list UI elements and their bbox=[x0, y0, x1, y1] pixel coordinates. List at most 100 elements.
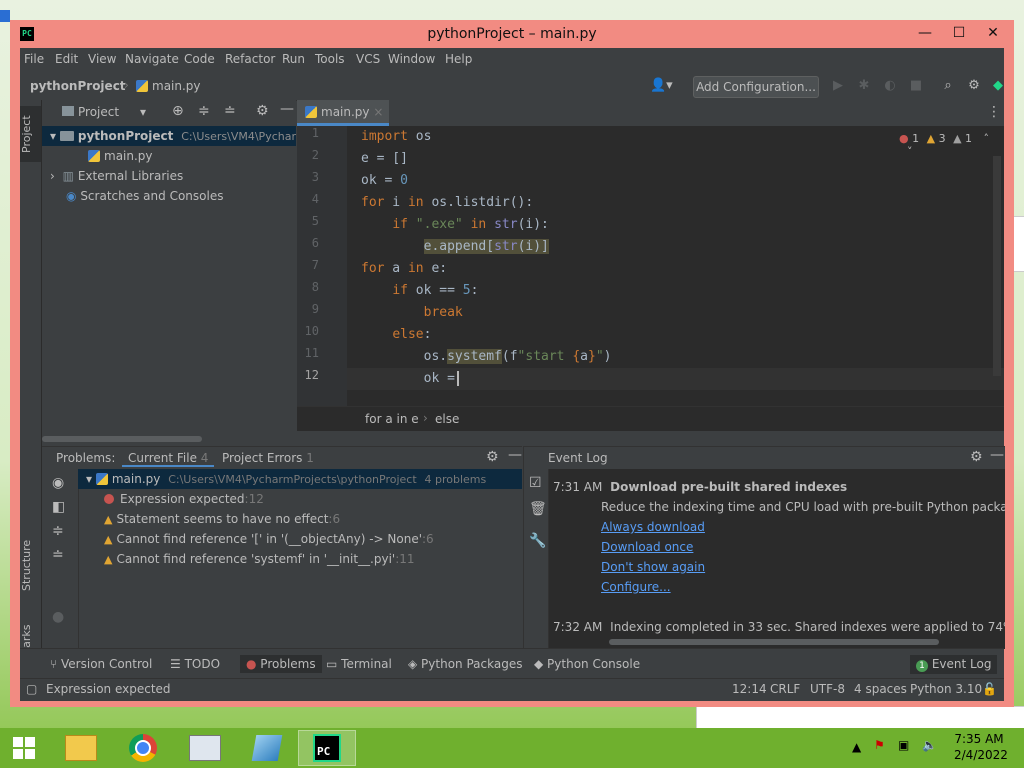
tree-item-project-root[interactable]: ▾ pythonProject C:\Users\VM4\Pycharm bbox=[42, 126, 296, 146]
horizontal-scrollbar[interactable] bbox=[609, 639, 939, 645]
tree-item-main-py[interactable]: main.py bbox=[42, 146, 296, 166]
gear-icon[interactable]: ⚙ bbox=[970, 449, 983, 465]
tool-todo[interactable]: ☰ TODO bbox=[170, 657, 220, 671]
wrench-icon[interactable]: 🔧 bbox=[529, 533, 546, 549]
dont-show-again-link[interactable]: Don't show again bbox=[601, 557, 705, 577]
coverage-icon[interactable]: ◐ bbox=[882, 78, 898, 94]
problem-item[interactable]: ▲ Statement seems to have no effect:6 bbox=[78, 509, 522, 529]
action-center-icon[interactable]: ⚑ bbox=[874, 738, 885, 752]
project-view-dropdown[interactable]: Project bbox=[78, 105, 119, 119]
debug-icon[interactable]: ✱ bbox=[856, 78, 872, 94]
problems-file-row[interactable]: ▾ main.py C:\Users\VM4\PycharmProjects\p… bbox=[78, 469, 522, 489]
trash-icon[interactable]: 🗑 bbox=[529, 501, 547, 517]
configure-link[interactable]: Configure... bbox=[601, 577, 671, 597]
tray-expand-icon[interactable]: ▲ bbox=[852, 740, 861, 754]
close-icon[interactable]: × bbox=[373, 105, 383, 119]
menu-help[interactable]: Help bbox=[445, 52, 472, 66]
vertical-scrollbar[interactable] bbox=[993, 156, 1001, 376]
tab-main-py[interactable]: main.py × bbox=[297, 100, 389, 126]
hide-panel-icon[interactable]: — bbox=[280, 101, 294, 117]
chevron-down-icon[interactable]: ˅ bbox=[907, 145, 913, 158]
gear-icon[interactable]: ⚙ bbox=[256, 103, 269, 119]
file-encoding[interactable]: UTF-8 bbox=[810, 682, 845, 696]
problem-item[interactable]: ▲ Cannot find reference '[' in '(__object… bbox=[78, 529, 522, 549]
stripe-tab-project[interactable]: Project bbox=[20, 106, 41, 162]
settings-icon[interactable]: ⚙ bbox=[966, 78, 982, 94]
tool-terminal[interactable]: ▭ Terminal bbox=[326, 657, 392, 671]
expand-all-icon[interactable]: ≑ bbox=[198, 103, 210, 119]
problem-item[interactable]: Expression expected:12 bbox=[78, 489, 522, 509]
hide-panel-icon[interactable]: — bbox=[508, 447, 522, 463]
chevron-down-icon[interactable]: ▾ bbox=[50, 129, 56, 143]
taskbar-pycharm[interactable]: PC bbox=[298, 730, 356, 766]
line-separator[interactable]: CRLF bbox=[770, 682, 800, 696]
network-icon[interactable]: ▣ bbox=[898, 738, 909, 752]
menu-window[interactable]: Window bbox=[388, 52, 435, 66]
collapse-all-icon[interactable]: ≐ bbox=[52, 547, 64, 563]
locate-icon[interactable]: ⊕ bbox=[172, 103, 184, 119]
taskbar-file-explorer[interactable] bbox=[52, 730, 110, 766]
clock-time[interactable]: 7:35 AM bbox=[954, 732, 1004, 746]
chevron-down-icon[interactable]: ▾ bbox=[140, 105, 146, 119]
breadcrumb-file[interactable]: main.py bbox=[136, 79, 201, 93]
stripe-tab-structure[interactable]: Structure bbox=[20, 530, 41, 600]
taskbar-chrome[interactable] bbox=[114, 730, 172, 766]
stop-icon[interactable]: ■ bbox=[908, 78, 924, 94]
breadcrumb-project[interactable]: pythonProject bbox=[30, 79, 126, 93]
tool-event-log[interactable]: 1 Event Log bbox=[910, 655, 998, 674]
more-icon[interactable]: ⋮ bbox=[987, 104, 1001, 120]
tab-current-file[interactable]: Current File 4 bbox=[122, 451, 215, 467]
chevron-up-icon[interactable]: ˄ bbox=[984, 132, 990, 145]
start-button[interactable] bbox=[0, 730, 48, 766]
tool-python-packages[interactable]: ◈ Python Packages bbox=[408, 657, 522, 671]
eye-icon[interactable]: ◉ bbox=[52, 475, 64, 491]
menu-run[interactable]: Run bbox=[282, 52, 305, 66]
menu-navigate[interactable]: Navigate bbox=[125, 52, 179, 66]
user-icon[interactable]: 👤▾ bbox=[650, 78, 674, 94]
volume-icon[interactable]: 🔈 bbox=[922, 738, 937, 752]
search-icon[interactable]: ⌕ bbox=[940, 78, 956, 94]
collapse-all-icon[interactable]: ≐ bbox=[224, 103, 236, 119]
bulb-icon[interactable]: ● bbox=[52, 609, 64, 625]
tab-project-errors[interactable]: Project Errors 1 bbox=[222, 451, 314, 465]
menu-code[interactable]: Code bbox=[184, 52, 215, 66]
taskbar-notepad-app[interactable] bbox=[238, 730, 296, 766]
mark-read-icon[interactable]: ☑ bbox=[529, 475, 542, 491]
problem-item[interactable]: ▲ Cannot find reference 'systemf' in '__i… bbox=[78, 549, 522, 569]
clock-date[interactable]: 2/4/2022 bbox=[954, 748, 1008, 762]
menu-refactor[interactable]: Refactor bbox=[225, 52, 275, 66]
preview-icon[interactable]: ◧ bbox=[52, 499, 65, 515]
code-editor[interactable]: import os e = [] ok = 0 for i in os.list… bbox=[347, 126, 1004, 406]
taskbar-monitor-app[interactable] bbox=[176, 730, 234, 766]
run-icon[interactable]: ▶ bbox=[830, 78, 846, 94]
hide-panel-icon[interactable]: — bbox=[990, 447, 1004, 463]
inspection-widget[interactable]: ● 1 ▲ 3 ▲ 1 ˄ ˅ bbox=[899, 132, 1004, 158]
jetbrains-logo-icon[interactable]: ◆ bbox=[990, 78, 1006, 94]
expand-all-icon[interactable]: ≑ bbox=[52, 523, 64, 539]
caret-position[interactable]: 12:14 bbox=[732, 682, 767, 696]
lock-icon[interactable]: 🔓 bbox=[982, 682, 997, 696]
close-button[interactable]: ✕ bbox=[976, 22, 1010, 44]
add-configuration-button[interactable]: Add Configuration... bbox=[693, 76, 819, 98]
indent-setting[interactable]: 4 spaces bbox=[854, 682, 907, 696]
menu-edit[interactable]: Edit bbox=[55, 52, 78, 66]
python-interpreter[interactable]: Python 3.10 bbox=[910, 682, 982, 696]
menu-view[interactable]: View bbox=[88, 52, 116, 66]
tool-version-control[interactable]: ⑂ Version Control bbox=[50, 657, 152, 671]
status-toggle-icon[interactable]: ▢ bbox=[26, 682, 37, 696]
menu-file[interactable]: File bbox=[24, 52, 44, 66]
horizontal-scrollbar[interactable] bbox=[42, 436, 202, 442]
chevron-right-icon[interactable]: › bbox=[50, 169, 55, 183]
always-download-link[interactable]: Always download bbox=[601, 517, 705, 537]
maximize-button[interactable]: ☐ bbox=[942, 22, 976, 44]
tool-problems[interactable]: ● Problems bbox=[240, 655, 322, 673]
desktop-icon[interactable] bbox=[0, 10, 10, 22]
gear-icon[interactable]: ⚙ bbox=[486, 449, 499, 465]
title-bar[interactable]: PC pythonProject – main.py — ☐ ✕ bbox=[10, 20, 1014, 48]
breadcrumb-item[interactable]: else bbox=[435, 412, 459, 426]
tool-python-console[interactable]: ◆ Python Console bbox=[534, 657, 640, 671]
download-once-link[interactable]: Download once bbox=[601, 537, 693, 557]
tree-item-external-libraries[interactable]: › ▥ External Libraries bbox=[42, 166, 296, 186]
menu-tools[interactable]: Tools bbox=[315, 52, 345, 66]
breadcrumb-item[interactable]: for a in e bbox=[365, 412, 419, 426]
